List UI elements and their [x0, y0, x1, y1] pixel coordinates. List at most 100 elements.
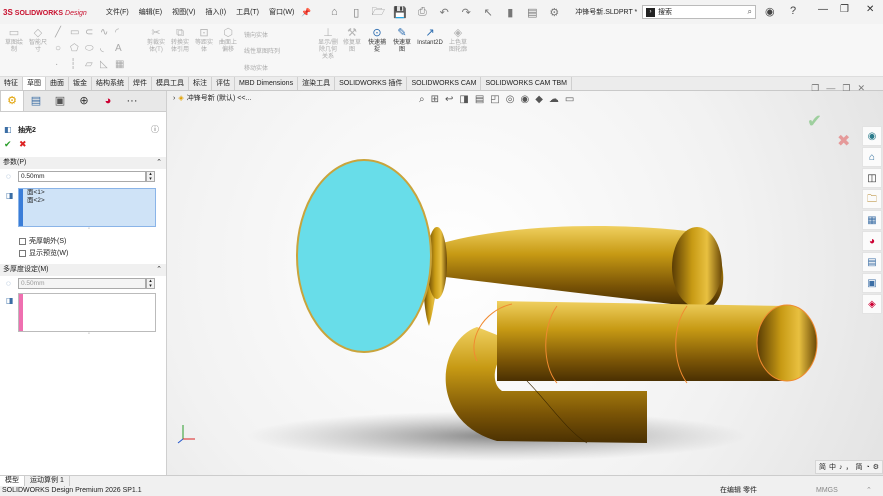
trim-entities-button[interactable]: ✂ 剪裁实体(T)	[145, 26, 167, 54]
rapid-sketch-button[interactable]: ✎ 快速草图	[391, 26, 413, 54]
shell-outward-checkbox[interactable]: 壳厚朝外(S)	[19, 236, 66, 246]
tab-motion-study[interactable]: 运动算例 1	[25, 476, 70, 486]
resize-handle-icon[interactable]: ◦	[88, 331, 90, 337]
status-unit-system[interactable]: MMGS	[816, 486, 838, 496]
fillet-icon[interactable]: ◟	[100, 43, 104, 54]
tab-markup[interactable]: 标注	[189, 77, 212, 90]
offset-entities-button[interactable]: ⊡ 等距实体	[193, 26, 215, 54]
options-gear-icon[interactable]: ⚙	[543, 6, 565, 19]
confirm-cancel-icon[interactable]: ✖	[837, 131, 850, 151]
viewport-close-icon[interactable]: ✕	[857, 83, 865, 94]
graphics-area[interactable]: › ◈ 冲锋号新 (默认) <<... ⌕ ⊞ ↩ ◨ ▤ ◰ ◎ ◉ ◆ ☁ …	[167, 83, 883, 475]
property-manager-tab-icon[interactable]: ▤	[24, 91, 48, 111]
open-icon[interactable]: 🗁	[367, 3, 389, 22]
tab-mbd-dimensions[interactable]: MBD Dimensions	[235, 77, 299, 90]
resize-handle-icon[interactable]: ◦	[88, 226, 90, 232]
face-item-1[interactable]: 面<1>	[19, 189, 155, 197]
arc-icon[interactable]: ◜	[115, 27, 119, 38]
thickness-spinner[interactable]: ▴ ▾	[146, 171, 155, 182]
appearances-icon[interactable]: ◕	[862, 231, 882, 251]
rectangle-icon[interactable]: ▭	[70, 27, 79, 38]
viewport-restore-icon[interactable]: ❐	[811, 83, 819, 94]
cancel-x-icon[interactable]: ✖	[19, 139, 27, 150]
tab-mold-tools[interactable]: 模具工具	[152, 77, 189, 90]
file-explorer-icon[interactable]: 🗀	[862, 189, 882, 209]
trumpet-model[interactable]	[167, 91, 883, 475]
3d-parts-library-icon[interactable]: ◫	[862, 168, 882, 188]
more-tabs-icon[interactable]: ···	[120, 91, 144, 111]
tab-sketch[interactable]: 草图	[23, 77, 46, 90]
menu-tools[interactable]: 工具(T)	[231, 7, 264, 17]
help-icon[interactable]: ⓘ	[151, 124, 159, 135]
view-palette-icon[interactable]: ▦	[862, 210, 882, 230]
view-settings-icon[interactable]: ▭	[565, 94, 574, 105]
zoom-to-area-icon[interactable]: ⊞	[431, 94, 439, 105]
edit-appearance-icon[interactable]: ◆	[535, 94, 543, 105]
tab-solidworks-cam-tbm[interactable]: SOLIDWORKS CAM TBM	[481, 77, 572, 90]
tab-weldments[interactable]: 焊件	[129, 77, 152, 90]
viewport-minimize-icon[interactable]: —	[826, 83, 835, 94]
ok-check-icon[interactable]: ✔	[4, 139, 12, 150]
bell-face-selected[interactable]	[296, 159, 432, 353]
collapse-icon[interactable]: ⌃	[156, 264, 162, 276]
dynamic-annotation-icon[interactable]: ▤	[475, 94, 484, 105]
smart-dimension-button[interactable]: ◇ 智能尺寸	[27, 26, 49, 54]
feature-manager-tab-icon[interactable]: ⚙	[0, 91, 24, 111]
menu-window[interactable]: 窗口(W)	[264, 7, 299, 17]
face-item-2[interactable]: 面<2>	[19, 197, 155, 205]
linear-pattern-button[interactable]: 线性草图阵列	[244, 46, 280, 55]
ime-settings-icon[interactable]: ⚙	[873, 463, 879, 471]
tab-sheet-metal[interactable]: 钣金	[69, 77, 92, 90]
text-icon[interactable]: A	[115, 43, 122, 54]
menu-file[interactable]: 文件(F)	[101, 7, 134, 17]
slot-icon[interactable]: ⊂	[85, 27, 93, 38]
sketch-button[interactable]: ▭ 草图绘制	[3, 26, 25, 54]
minimize-icon[interactable]: —	[818, 4, 828, 15]
custom-properties-icon[interactable]: ▤	[862, 252, 882, 272]
multi-thickness-faces-box[interactable]	[18, 293, 156, 332]
display-manager-tab-icon[interactable]: ◕	[96, 91, 120, 111]
ellipse-icon[interactable]: ⬭	[85, 43, 94, 54]
apply-scene-icon[interactable]: ☁	[549, 94, 559, 105]
dimxpert-tab-icon[interactable]: ⊕	[72, 91, 96, 111]
rebuild-icon[interactable]: ▮	[499, 6, 521, 19]
menu-view[interactable]: 视图(V)	[167, 7, 200, 17]
multi-thickness-input[interactable]: 0.50mm	[18, 278, 146, 289]
redo-icon[interactable]: ↷	[455, 6, 477, 19]
menu-edit[interactable]: 编辑(E)	[134, 7, 167, 17]
pin-icon[interactable]: 📌	[301, 8, 311, 17]
tab-features[interactable]: 特征	[0, 77, 23, 90]
forum-icon[interactable]: ▣	[862, 273, 882, 293]
line-icon[interactable]: ╱	[55, 27, 61, 38]
new-document-icon[interactable]: ▯	[345, 6, 367, 19]
viewport-tile-icon[interactable]: ❐	[842, 83, 850, 94]
home-icon[interactable]: ⌂	[323, 6, 345, 18]
ime-mode-icon[interactable]: 简	[819, 462, 826, 472]
polygon-icon[interactable]: ⬠	[70, 43, 79, 54]
expand-arrow-icon[interactable]: ›	[173, 95, 175, 102]
save-icon[interactable]: 💾	[389, 6, 411, 19]
tab-structure-system[interactable]: 结构系统	[92, 77, 129, 90]
solidworks-resources-icon[interactable]: ◉	[862, 126, 882, 146]
help-icon[interactable]: ?	[790, 5, 796, 17]
tab-evaluate[interactable]: 评估	[212, 77, 235, 90]
section-view-icon[interactable]: ◨	[459, 94, 468, 105]
point-icon[interactable]: ·	[55, 59, 58, 70]
ime-emoji-icon[interactable]: ◔	[865, 464, 869, 471]
multi-thickness-spinner[interactable]: ▴ ▾	[146, 278, 155, 289]
confirm-check-icon[interactable]: ✔	[807, 111, 822, 132]
hide-show-items-icon[interactable]: ◉	[520, 94, 529, 105]
tab-solidworks-addins[interactable]: SOLIDWORKS 插件	[335, 77, 408, 90]
tab-surfaces[interactable]: 曲面	[46, 77, 69, 90]
print-icon[interactable]: ⎙	[411, 6, 433, 19]
centerline-icon[interactable]: ┆	[70, 59, 76, 70]
multi-thickness-section-header[interactable]: 多厚度设定(M) ⌃	[0, 264, 166, 276]
tab-render-tools[interactable]: 渲染工具	[298, 77, 336, 90]
undo-icon[interactable]: ↶	[433, 6, 455, 19]
mirror-entities-button[interactable]: 镜向实体	[244, 30, 268, 39]
params-section-header[interactable]: 参数(P) ⌃	[0, 157, 166, 169]
account-icon[interactable]: ◉	[765, 5, 775, 18]
ime-chinese-icon[interactable]: 中	[829, 462, 836, 472]
checkbox-box[interactable]	[19, 249, 26, 257]
faces-selection-box[interactable]: 面<1> 面<2>	[18, 188, 156, 227]
